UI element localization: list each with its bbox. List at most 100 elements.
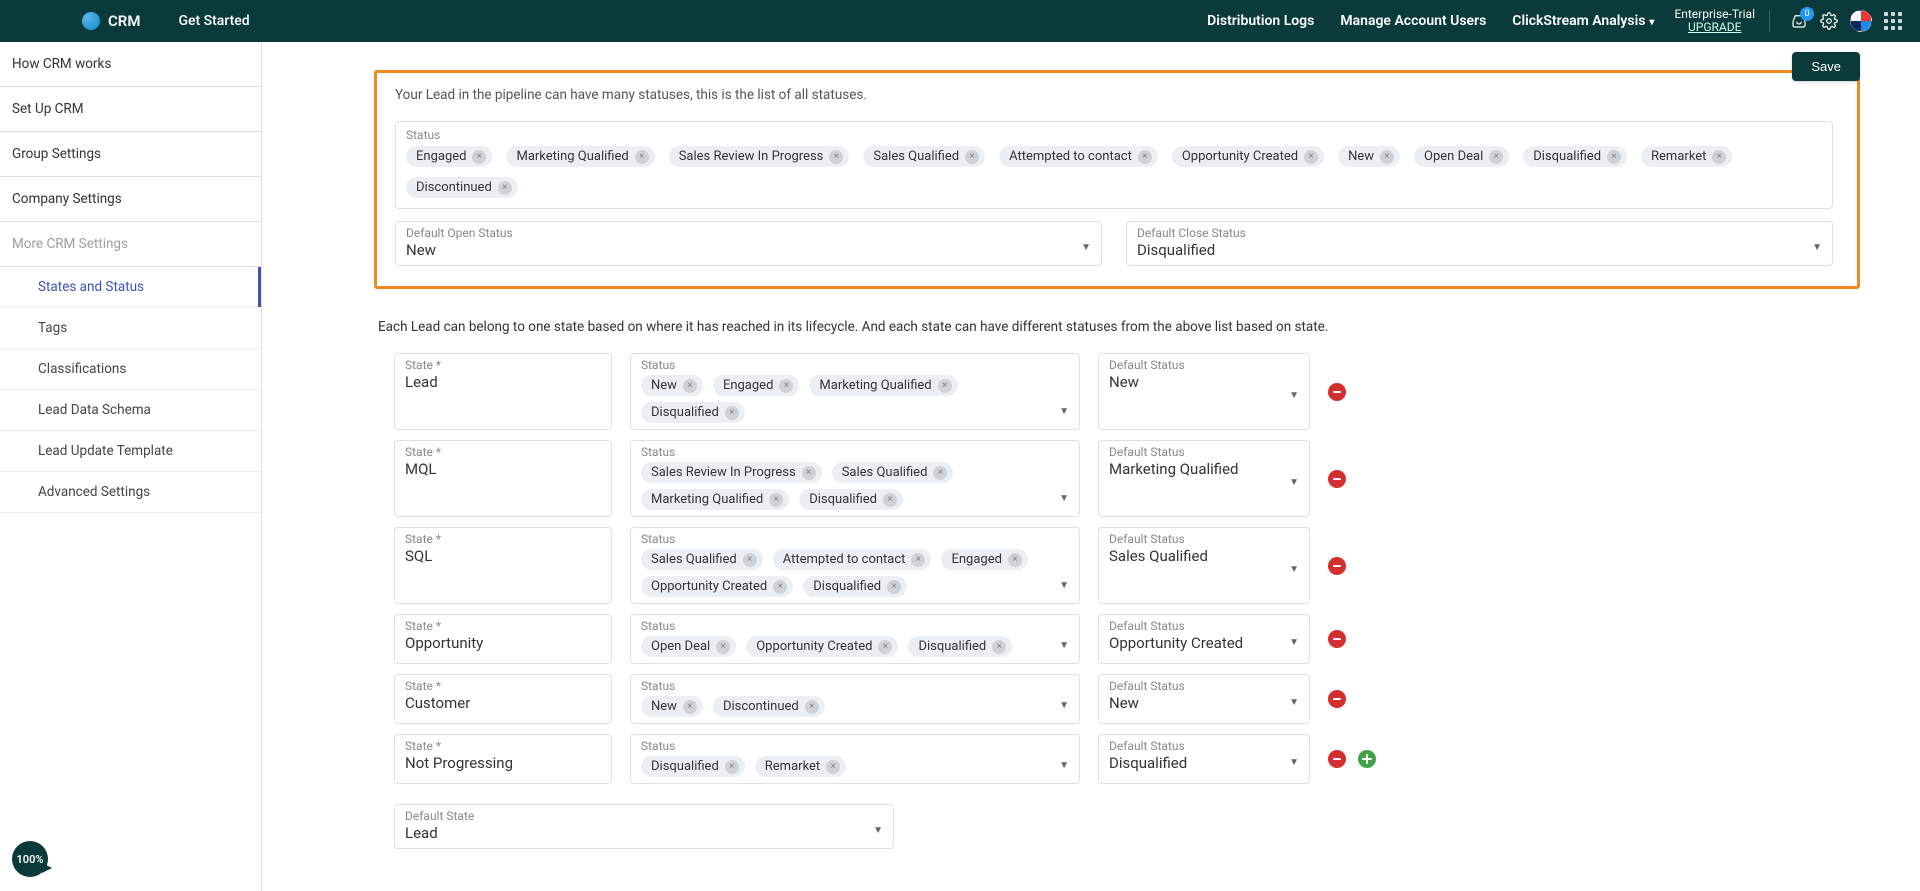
status-chip[interactable]: Sales Qualified× (832, 462, 954, 483)
remove-row-button[interactable] (1328, 557, 1346, 575)
add-row-button[interactable] (1358, 750, 1376, 768)
chip-remove-icon[interactable]: × (1489, 150, 1503, 164)
chip-remove-icon[interactable]: × (805, 700, 819, 714)
default-status-select[interactable]: Default StatusMarketing Qualified▼ (1098, 440, 1310, 517)
nav-clickstream[interactable]: ClickStream Analysis▾ (1512, 13, 1654, 29)
save-button[interactable]: Save (1792, 52, 1860, 81)
status-chip[interactable]: Disqualified× (641, 756, 745, 777)
status-multiselect[interactable]: StatusNew×Engaged×Marketing Qualified×Di… (630, 353, 1080, 430)
chip-remove-icon[interactable]: × (829, 150, 843, 164)
upgrade-link[interactable]: UPGRADE (1674, 21, 1755, 34)
status-chip[interactable]: Sales Qualified× (641, 549, 763, 570)
state-input[interactable]: State *SQL (394, 527, 612, 604)
default-status-select[interactable]: Default StatusOpportunity Created▼ (1098, 614, 1310, 664)
chip-remove-icon[interactable]: × (992, 640, 1006, 654)
status-chip[interactable]: Open Deal× (1414, 146, 1509, 167)
chip-remove-icon[interactable]: × (683, 379, 697, 393)
chip-remove-icon[interactable]: × (1607, 150, 1621, 164)
status-chip[interactable]: Marketing Qualified× (809, 375, 957, 396)
status-multiselect[interactable]: StatusSales Review In Progress×Sales Qua… (630, 440, 1080, 517)
sidebar-item-setup[interactable]: Set Up CRM (0, 87, 261, 132)
status-chip[interactable]: New× (1338, 146, 1400, 167)
status-multiselect[interactable]: StatusOpen Deal×Opportunity Created×Disq… (630, 614, 1080, 664)
status-chip[interactable]: Attempted to contact× (999, 146, 1158, 167)
status-chip[interactable]: Remarket× (1641, 146, 1732, 167)
chip-remove-icon[interactable]: × (826, 760, 840, 774)
inbox-icon[interactable]: 0 (1790, 12, 1808, 30)
status-multiselect[interactable]: StatusSales Qualified×Attempted to conta… (630, 527, 1080, 604)
sidebar-sub-lead-data-schema[interactable]: Lead Data Schema (0, 390, 261, 431)
chip-remove-icon[interactable]: × (933, 466, 947, 480)
state-input[interactable]: State *MQL (394, 440, 612, 517)
status-chip[interactable]: Discontinued× (713, 696, 825, 717)
nav-manage-account-users[interactable]: Manage Account Users (1340, 13, 1486, 29)
default-open-status-select[interactable]: Default Open Status New ▼ (395, 221, 1102, 266)
chip-remove-icon[interactable]: × (1712, 150, 1726, 164)
chip-remove-icon[interactable]: × (716, 640, 730, 654)
nav-distribution-logs[interactable]: Distribution Logs (1207, 13, 1314, 29)
chip-remove-icon[interactable]: × (773, 580, 787, 594)
progress-bubble[interactable]: 100% (12, 841, 48, 877)
state-input[interactable]: State *Customer (394, 674, 612, 724)
default-status-select[interactable]: Default StatusNew▼ (1098, 674, 1310, 724)
status-chip[interactable]: New× (641, 696, 703, 717)
sidebar-sub-advanced-settings[interactable]: Advanced Settings (0, 472, 261, 513)
chip-remove-icon[interactable]: × (1380, 150, 1394, 164)
sidebar-item-group-settings[interactable]: Group Settings (0, 132, 261, 177)
sidebar-sub-lead-update-template[interactable]: Lead Update Template (0, 431, 261, 472)
status-chip[interactable]: Discontinued× (406, 177, 518, 198)
status-chip[interactable]: Disqualified× (803, 576, 907, 597)
apps-grid-icon[interactable] (1884, 12, 1902, 30)
all-statuses-chips[interactable]: Engaged× Marketing Qualified× Sales Review… (406, 146, 1822, 198)
chip-remove-icon[interactable]: × (498, 181, 512, 195)
status-chip[interactable]: Disqualified× (1523, 146, 1627, 167)
chip-remove-icon[interactable]: × (779, 379, 793, 393)
sidebar-sub-classifications[interactable]: Classifications (0, 349, 261, 390)
status-chip[interactable]: Opportunity Created× (641, 576, 793, 597)
chip-remove-icon[interactable]: × (883, 493, 897, 507)
sidebar-item-more[interactable]: More CRM Settings (0, 222, 261, 267)
status-chip[interactable]: Engaged× (713, 375, 799, 396)
state-input[interactable]: State *Lead (394, 353, 612, 430)
state-input[interactable]: State *Not Progressing (394, 734, 612, 784)
remove-row-button[interactable] (1328, 470, 1346, 488)
chip-remove-icon[interactable]: × (1008, 553, 1022, 567)
chip-remove-icon[interactable]: × (1138, 150, 1152, 164)
get-started-link[interactable]: Get Started (178, 13, 249, 29)
chip-remove-icon[interactable]: × (743, 553, 757, 567)
chip-remove-icon[interactable]: × (802, 466, 816, 480)
status-chip[interactable]: Attempted to contact× (773, 549, 932, 570)
chip-remove-icon[interactable]: × (725, 760, 739, 774)
state-input[interactable]: State *Opportunity (394, 614, 612, 664)
default-close-status-select[interactable]: Default Close Status Disqualified ▼ (1126, 221, 1833, 266)
chip-remove-icon[interactable]: × (965, 150, 979, 164)
status-chip[interactable]: Marketing Qualified× (641, 489, 789, 510)
remove-row-button[interactable] (1328, 750, 1346, 768)
chip-remove-icon[interactable]: × (938, 379, 952, 393)
chip-remove-icon[interactable]: × (725, 406, 739, 420)
status-chip[interactable]: Engaged× (406, 146, 492, 167)
gear-icon[interactable] (1820, 12, 1838, 30)
remove-row-button[interactable] (1328, 383, 1346, 401)
status-multiselect[interactable]: StatusDisqualified×Remarket×▼ (630, 734, 1080, 784)
remove-row-button[interactable] (1328, 690, 1346, 708)
status-chip[interactable]: Sales Review In Progress× (669, 146, 850, 167)
status-chip[interactable]: Opportunity Created× (746, 636, 898, 657)
status-chip[interactable]: Disqualified× (908, 636, 1012, 657)
chip-remove-icon[interactable]: × (472, 150, 486, 164)
sidebar-item-how-crm-works[interactable]: How CRM works (0, 42, 261, 87)
chip-remove-icon[interactable]: × (683, 700, 697, 714)
status-multiselect[interactable]: StatusNew×Discontinued×▼ (630, 674, 1080, 724)
status-chip[interactable]: Remarket× (755, 756, 846, 777)
default-status-select[interactable]: Default StatusSales Qualified▼ (1098, 527, 1310, 604)
status-chip[interactable]: Marketing Qualified× (506, 146, 654, 167)
chip-remove-icon[interactable]: × (887, 580, 901, 594)
chip-remove-icon[interactable]: × (878, 640, 892, 654)
status-chip[interactable]: Engaged× (941, 549, 1027, 570)
sidebar-sub-tags[interactable]: Tags (0, 308, 261, 349)
chip-remove-icon[interactable]: × (769, 493, 783, 507)
status-chip[interactable]: Disqualified× (799, 489, 903, 510)
status-chip[interactable]: New× (641, 375, 703, 396)
chip-remove-icon[interactable]: × (635, 150, 649, 164)
status-chip[interactable]: Sales Qualified× (863, 146, 985, 167)
